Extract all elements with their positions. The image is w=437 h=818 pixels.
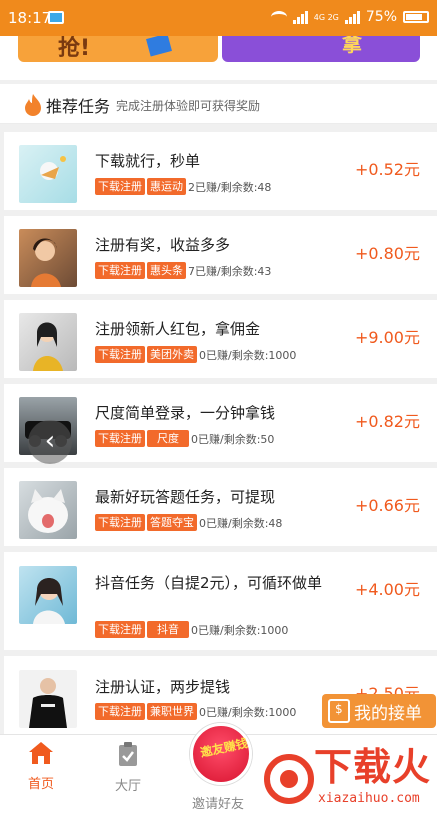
orders-icon — [328, 699, 350, 723]
task-tag: 惠运动 — [147, 178, 186, 195]
task-tag: 下载注册 — [95, 514, 145, 531]
task-meta: 下载注册 答题夺宝 0已赚/剩余数:48 — [95, 514, 282, 531]
nav-home[interactable]: 首页 — [28, 741, 54, 792]
task-title: 注册有奖，收益多多 — [95, 236, 231, 254]
back-button[interactable]: ‹ — [28, 420, 72, 464]
banner-right-text: 拿 — [342, 36, 362, 56]
clipboard-icon — [119, 742, 137, 766]
banner-area: 抢! 拿 — [0, 36, 437, 80]
recommended-header: 推荐任务 完成注册体验即可获得奖励 — [0, 84, 437, 124]
task-tag: 下载注册 — [95, 346, 145, 363]
my-orders-label: 我的接单 — [354, 703, 422, 724]
section-title: 推荐任务 — [46, 97, 111, 116]
task-tag: 下载注册 — [95, 621, 145, 638]
signal-icon-2 — [344, 10, 360, 24]
my-orders-button[interactable]: 我的接单 — [322, 694, 436, 728]
task-stats: 7已赚/剩余数:43 — [188, 264, 272, 278]
task-thumbnail — [19, 670, 77, 728]
battery-icon — [403, 11, 429, 23]
nav-home-label: 首页 — [28, 777, 55, 792]
status-right: 4G 2G 75% — [270, 9, 429, 25]
task-tag: 下载注册 — [95, 430, 145, 447]
task-title: 尺度简单登录，一分钟拿钱 — [95, 404, 276, 422]
banner-right[interactable]: 拿 — [222, 36, 420, 62]
battery-percent: 75% — [365, 9, 397, 25]
task-tag: 答题夺宝 — [147, 514, 197, 531]
task-meta: 下载注册 惠运动 2已赚/剩余数:48 — [95, 178, 271, 195]
task-meta: 下载注册 尺度 0已赚/剩余数:50 — [95, 430, 274, 447]
task-reward: +0.52元 — [354, 160, 420, 179]
task-thumbnail — [19, 566, 77, 624]
task-tag: 抖音 — [147, 621, 189, 638]
task-tag: 下载注册 — [95, 703, 145, 720]
message-icon — [48, 11, 64, 24]
watermark-logo: 下载火 xiazaihuo.com — [258, 734, 434, 816]
banner-left[interactable]: 抢! — [18, 36, 218, 62]
task-tag: 下载注册 — [95, 178, 145, 195]
task-title: 注册领新人红包，拿佣金 — [95, 320, 261, 338]
nav-hall-label: 大厅 — [115, 779, 142, 794]
task-stats: 0已赚/剩余数:1000 — [199, 705, 297, 719]
status-bar: 18:17 4G 2G 75% — [0, 0, 437, 36]
watermark-url: xiazaihuo.com — [318, 791, 420, 806]
invite-badge-text: 邀友赚钱 — [199, 736, 249, 760]
task-item[interactable]: 下载就行，秒单 下载注册 惠运动 2已赚/剩余数:48 +0.52元 — [4, 132, 437, 210]
home-icon — [29, 742, 53, 764]
task-item[interactable]: 注册有奖，收益多多 下载注册 惠头条 7已赚/剩余数:43 +0.80元 — [4, 216, 437, 294]
task-meta: 下载注册 抖音 0已赚/剩余数:1000 — [95, 621, 288, 638]
signal-icon — [292, 10, 308, 24]
nav-invite-label[interactable]: 邀请好友 — [192, 793, 244, 812]
task-meta: 下载注册 美团外卖 0已赚/剩余数:1000 — [95, 346, 296, 363]
task-reward: +0.82元 — [354, 412, 420, 431]
task-title: 抖音任务（自提2元），可循环做单 — [95, 574, 323, 592]
task-title: 下载就行，秒单 — [95, 152, 201, 170]
task-title: 注册认证，两步提钱 — [95, 678, 231, 696]
task-reward: +0.66元 — [354, 496, 420, 515]
task-tag: 兼职世界 — [147, 703, 197, 720]
task-reward: +4.00元 — [354, 580, 420, 599]
task-thumbnail — [19, 145, 77, 203]
task-item[interactable]: 注册领新人红包，拿佣金 下载注册 美团外卖 0已赚/剩余数:1000 +9.00… — [4, 300, 437, 378]
invite-badge[interactable]: 邀友赚钱 — [190, 723, 252, 785]
task-tag: 惠头条 — [147, 262, 186, 279]
task-stats: 0已赚/剩余数:1000 — [199, 348, 297, 362]
status-time: 18:17 — [8, 9, 52, 27]
task-meta: 下载注册 惠头条 7已赚/剩余数:43 — [95, 262, 271, 279]
task-meta: 下载注册 兼职世界 0已赚/剩余数:1000 — [95, 703, 296, 720]
task-stats: 0已赚/剩余数:48 — [199, 516, 283, 530]
task-reward: +0.80元 — [354, 244, 420, 263]
task-stats: 2已赚/剩余数:48 — [188, 180, 272, 194]
wifi-icon — [270, 11, 287, 23]
task-item[interactable]: 最新好玩答题任务，可提现 下载注册 答题夺宝 0已赚/剩余数:48 +0.66元 — [4, 468, 437, 546]
fire-logo-icon — [264, 754, 314, 804]
task-thumbnail — [19, 481, 77, 539]
watermark-brand: 下载火 — [314, 745, 432, 789]
network-type: 4G 2G — [313, 12, 339, 22]
task-item[interactable]: 抖音任务（自提2元），可循环做单 下载注册 抖音 0已赚/剩余数:1000 +4… — [4, 552, 437, 650]
task-tag: 美团外卖 — [147, 346, 197, 363]
banner-left-text: 抢! — [58, 36, 91, 61]
task-stats: 0已赚/剩余数:50 — [191, 432, 275, 446]
nav-hall[interactable]: 大厅 — [115, 741, 141, 794]
task-stats: 0已赚/剩余数:1000 — [191, 623, 289, 637]
task-thumbnail — [19, 313, 77, 371]
task-title: 最新好玩答题任务，可提现 — [95, 488, 276, 506]
task-thumbnail — [19, 229, 77, 287]
task-tag: 下载注册 — [95, 262, 145, 279]
task-reward: +9.00元 — [354, 328, 420, 347]
section-subtitle: 完成注册体验即可获得奖励 — [116, 99, 261, 113]
task-tag: 尺度 — [147, 430, 189, 447]
flame-icon — [25, 94, 41, 116]
